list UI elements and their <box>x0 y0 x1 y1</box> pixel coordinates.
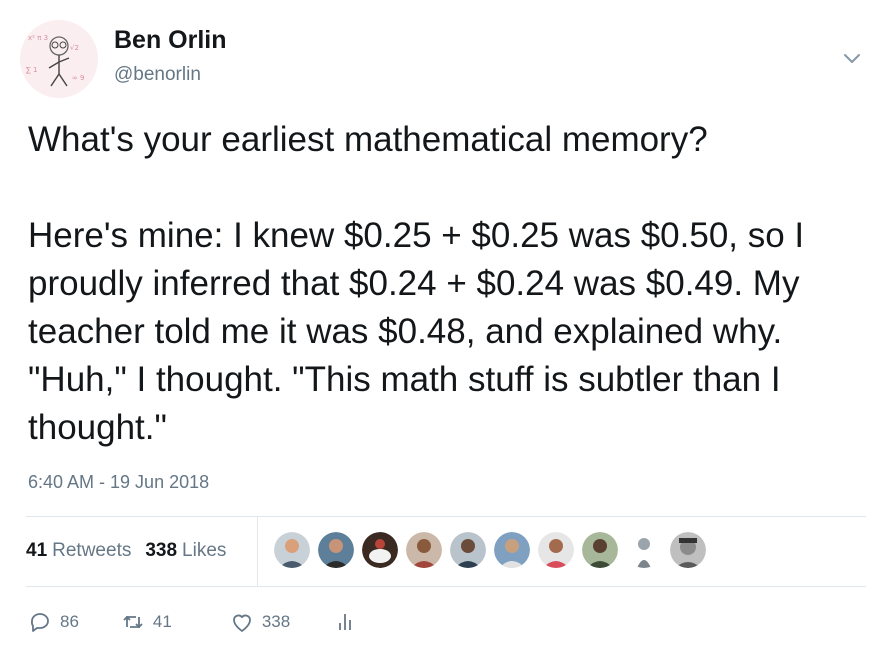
retweets-stat[interactable]: 41 Retweets <box>26 540 131 562</box>
analytics-button[interactable] <box>334 610 358 634</box>
svg-text:√2: √2 <box>70 44 79 52</box>
analytics-icon <box>339 614 352 630</box>
divider <box>26 516 866 517</box>
liker-avatar[interactable] <box>450 532 486 568</box>
liker-avatar[interactable] <box>318 532 354 568</box>
author-name[interactable]: Ben Orlin <box>114 26 227 55</box>
author-handle[interactable]: @benorlin <box>114 64 201 86</box>
reply-icon <box>30 613 49 632</box>
liker-avatar[interactable] <box>494 532 530 568</box>
liker-avatar[interactable] <box>406 532 442 568</box>
retweets-label: Retweets <box>52 540 132 561</box>
avatar[interactable]: x² π 3 √2 ∑ 1 ∞ 9 <box>20 20 98 98</box>
reply-count: 86 <box>60 612 79 631</box>
stats-separator <box>257 516 258 586</box>
svg-text:x² π 3: x² π 3 <box>28 34 48 42</box>
tweet-text: What's your earliest mathematical memory… <box>28 120 805 447</box>
tweet-timestamp[interactable]: 6:40 AM - 19 Jun 2018 <box>28 472 209 493</box>
heart-icon <box>232 614 251 632</box>
likes-stat[interactable]: 338 Likes <box>145 540 226 562</box>
like-count: 338 <box>261 612 291 631</box>
likes-label: Likes <box>182 540 227 561</box>
retweet-button[interactable]: 41 <box>121 610 172 634</box>
retweet-count: 41 <box>152 612 172 631</box>
liker-avatar[interactable] <box>582 532 618 568</box>
likes-count: 338 <box>145 540 178 561</box>
tweet-stats: 41 Retweets 338 Likes <box>26 540 226 562</box>
svg-text:∑ 1: ∑ 1 <box>26 66 37 74</box>
divider <box>26 586 866 587</box>
stick-figure-avatar-icon: x² π 3 √2 ∑ 1 ∞ 9 <box>20 20 98 98</box>
liker-avatar[interactable] <box>626 532 662 568</box>
liker-avatars <box>274 532 706 568</box>
liker-avatar[interactable] <box>538 532 574 568</box>
chevron-down-icon[interactable] <box>840 46 864 70</box>
liker-avatar[interactable] <box>274 532 310 568</box>
reply-button[interactable]: 86 <box>28 610 79 634</box>
liker-avatar[interactable] <box>362 532 398 568</box>
action-bar: 86 41 338 <box>28 610 358 634</box>
liker-avatar[interactable] <box>670 532 706 568</box>
retweet-icon <box>123 615 143 629</box>
like-button[interactable]: 338 <box>230 610 290 634</box>
retweets-count: 41 <box>26 540 48 561</box>
svg-text:∞ 9: ∞ 9 <box>72 74 85 82</box>
